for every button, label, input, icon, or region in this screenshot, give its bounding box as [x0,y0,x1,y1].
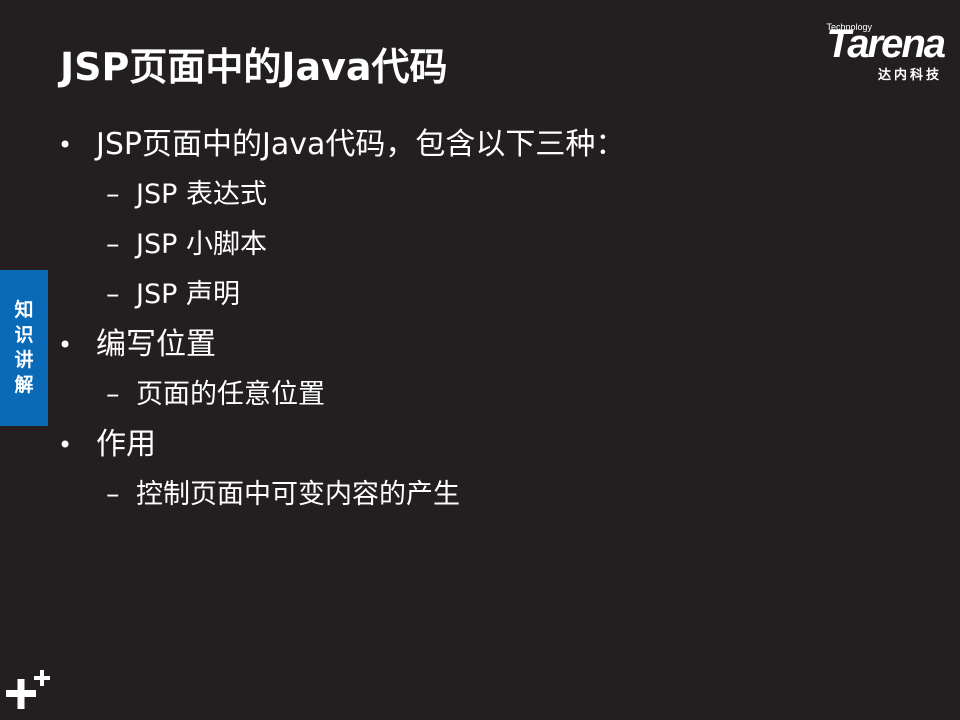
bullet-text: 作用 [96,427,156,462]
dash-glyph: – [106,479,120,510]
bullet-glyph: • [58,431,73,459]
side-tab-char: 讲 [14,349,34,371]
side-tab-char: 识 [14,324,34,346]
sub-bullet-text: 控制页面中可变内容的产生 [136,479,460,510]
bullet-item: • 作用 [58,420,918,470]
sub-bullet-item: – JSP 小脚本 [58,220,918,270]
dash-glyph: – [106,279,120,310]
sub-bullet-text: 页面的任意位置 [136,379,325,410]
bullet-item: • JSP页面中的Java代码，包含以下三种： [58,120,918,170]
sub-bullet-text: JSP 表达式 [136,179,267,210]
bullet-glyph: • [58,331,73,359]
logo-chinese-name: 达内科技 [877,68,942,83]
dash-glyph: – [106,229,120,260]
bullet-text: 编写位置 [96,327,216,362]
plus-logo-icon [6,668,52,714]
slide-title: JSP页面中的Java代码 [60,45,448,89]
sub-bullet-text: JSP 小脚本 [136,229,267,260]
sub-bullet-item: – 控制页面中可变内容的产生 [58,470,918,520]
bullet-glyph: • [58,131,73,159]
sub-bullet-text: JSP 声明 [136,279,240,310]
tarena-logo: Technology Tarena 达内科技 [774,22,946,84]
section-side-tab: 知 识 讲 解 [0,270,48,426]
slide: JSP页面中的Java代码 Technology Tarena 达内科技 知 识… [0,0,960,720]
logo-wordmark: Tarena [826,22,946,66]
sub-bullet-item: – 页面的任意位置 [58,370,918,420]
sub-bullet-item: – JSP 表达式 [58,170,918,220]
dash-glyph: – [106,379,120,410]
dash-glyph: – [106,179,120,210]
side-tab-char: 解 [14,374,34,396]
bullet-text: JSP页面中的Java代码，包含以下三种： [96,127,626,162]
bullet-list: • JSP页面中的Java代码，包含以下三种： – JSP 表达式 – JSP … [58,120,918,520]
sub-bullet-item: – JSP 声明 [58,270,918,320]
bullet-item: • 编写位置 [58,320,918,370]
side-tab-char: 知 [14,299,34,321]
